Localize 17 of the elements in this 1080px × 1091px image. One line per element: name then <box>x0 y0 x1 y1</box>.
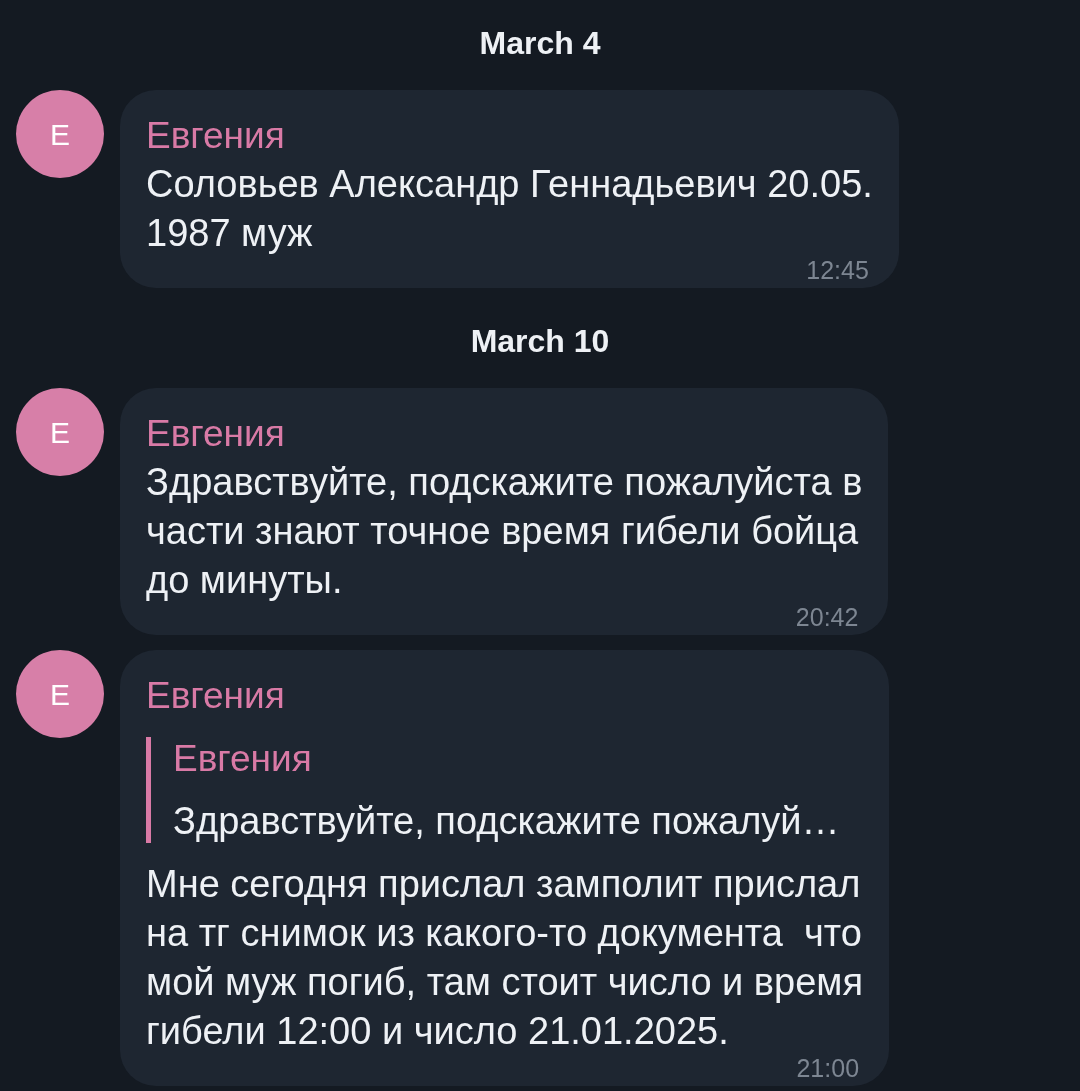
message-text: Здравствуйте, подскажите пожалуйста в части знают точное время гибели бойца до минуты. <box>146 460 863 603</box>
message-time: 12:45 <box>806 258 869 282</box>
avatar[interactable]: E <box>16 650 104 738</box>
quote-sender: Евгения <box>173 737 312 781</box>
sender-name[interactable]: Евгения <box>146 114 285 158</box>
avatar[interactable]: E <box>16 388 104 476</box>
message-text: Соловьев Александр Геннадьевич 20.05. 1987 муж <box>146 162 873 256</box>
message-time: 21:00 <box>796 1056 860 1080</box>
reply-quote[interactable]: Евгения Здравствуйте, подскажите пожалуй… <box>146 737 840 843</box>
date-header: March 10 <box>470 322 610 361</box>
avatar[interactable]: E <box>16 90 104 178</box>
date-header: March 4 <box>479 24 601 63</box>
sender-name[interactable]: Евгения <box>146 674 285 718</box>
quote-text: Здравствуйте, подскажите пожалуй… <box>173 799 840 843</box>
message-text: Мне сегодня прислал замполит прислал на тг снимок из какого-то документа что мой муж погиб, там стоит число и время гибели 12:00 и число 21.01.2025. <box>146 862 864 1054</box>
message-time: 20:42 <box>795 605 859 629</box>
sender-name[interactable]: Евгения <box>146 412 285 456</box>
